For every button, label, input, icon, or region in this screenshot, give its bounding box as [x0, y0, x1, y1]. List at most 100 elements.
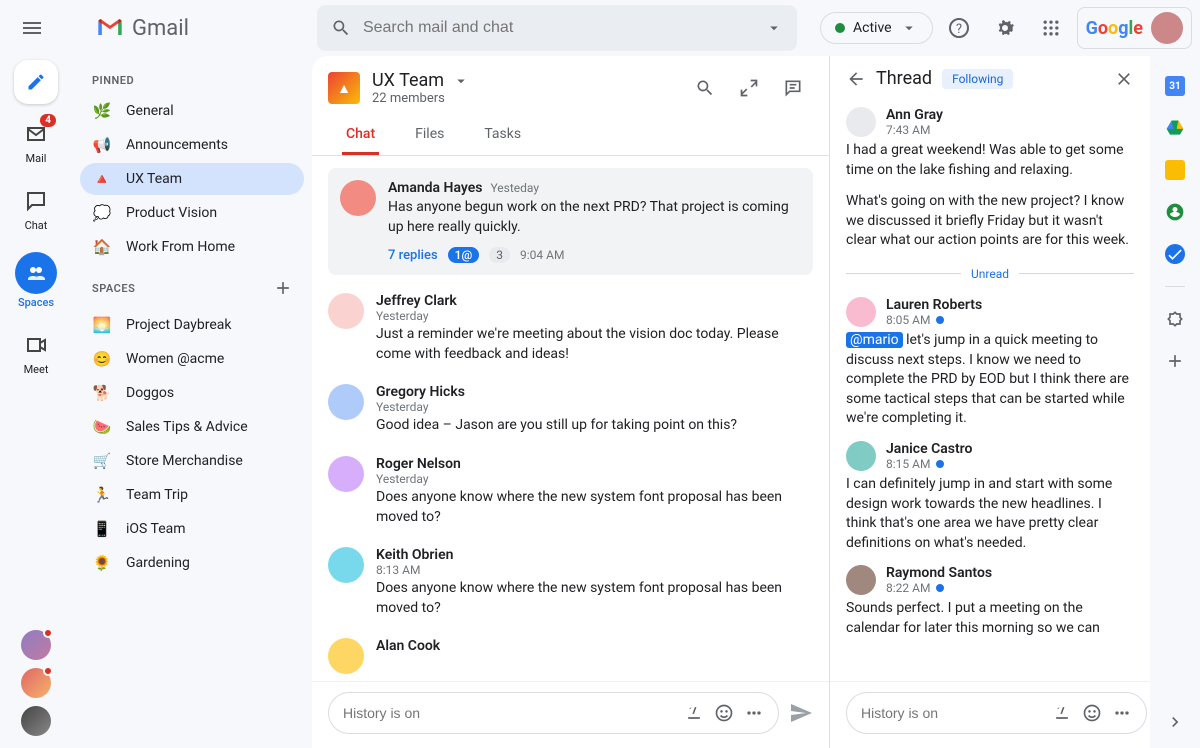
reply-count[interactable]: 7 replies — [388, 248, 438, 263]
add-space-button[interactable] — [270, 275, 296, 301]
addons-icon[interactable] — [1165, 309, 1185, 329]
contacts-icon[interactable] — [1165, 202, 1185, 222]
message-item[interactable]: Jeffrey ClarkYesterdayJust a reminder we… — [328, 283, 813, 374]
dropdown-icon[interactable] — [765, 19, 783, 37]
close-thread-button[interactable] — [1114, 69, 1134, 89]
search-bar[interactable] — [317, 5, 797, 51]
message-item[interactable]: Roger NelsonYesterdayDoes anyone know wh… — [328, 446, 813, 537]
format-icon[interactable] — [684, 703, 704, 723]
thread-message[interactable]: Janice Castro8:15 AM I can definitely ju… — [846, 435, 1134, 559]
settings-button[interactable] — [985, 8, 1025, 48]
status-label: Active — [853, 20, 892, 36]
thread-message[interactable]: Raymond Santos8:22 AM Sounds perfect. I … — [846, 559, 1134, 644]
message-composer[interactable] — [328, 692, 779, 734]
user-avatar[interactable] — [1151, 12, 1183, 44]
gmail-logo[interactable]: Gmail — [96, 14, 189, 42]
format-icon[interactable] — [1052, 703, 1072, 723]
status-dot-icon — [835, 23, 845, 33]
thread-composer-input[interactable] — [861, 705, 1042, 721]
thread-composer[interactable] — [846, 692, 1147, 734]
thread-list-button[interactable] — [773, 68, 813, 108]
space-header: ▲ UX Team 22 members — [312, 56, 829, 108]
rail-contact-1[interactable] — [21, 630, 51, 660]
pencil-icon — [26, 72, 46, 92]
gmail-icon — [96, 14, 124, 42]
rail-spaces[interactable]: Spaces — [15, 246, 57, 315]
tab-tasks[interactable]: Tasks — [480, 118, 525, 155]
rail-meet-label: Meet — [24, 363, 49, 376]
add-addon-icon[interactable] — [1165, 351, 1185, 371]
avatar — [328, 293, 364, 329]
spaces-header: SPACES — [92, 282, 135, 295]
count-chip: 3 — [489, 247, 510, 263]
sidebar-item-doggos[interactable]: 🐕Doggos — [80, 377, 304, 409]
chevron-down-icon — [900, 19, 918, 37]
mention-chip: 1@ — [448, 247, 480, 263]
unread-dot-icon — [936, 460, 944, 468]
mention-chip[interactable]: @mario — [846, 332, 903, 348]
more-icon[interactable] — [1112, 703, 1132, 723]
rail-chat-label: Chat — [25, 219, 48, 232]
thread-icon — [783, 78, 803, 98]
home-icon: 🏠 — [92, 238, 112, 256]
space-search-button[interactable] — [685, 68, 725, 108]
apps-button[interactable] — [1031, 8, 1071, 48]
unread-dot-icon — [936, 316, 944, 324]
unread-divider: Unread — [846, 267, 1134, 281]
emoji-icon[interactable] — [1082, 703, 1102, 723]
composer-input[interactable] — [343, 705, 674, 721]
tab-files[interactable]: Files — [411, 118, 448, 155]
keep-icon[interactable] — [1165, 160, 1185, 180]
collapse-icon — [739, 78, 759, 98]
help-button[interactable]: ? — [939, 8, 979, 48]
right-rail: 31 — [1150, 56, 1200, 748]
rail-spaces-label: Spaces — [18, 296, 54, 309]
chevron-right-icon — [1165, 712, 1185, 732]
mail-badge: 4 — [40, 114, 56, 127]
sidebar-item-ux-team[interactable]: 🔺UX Team — [80, 163, 304, 195]
collapse-button[interactable] — [729, 68, 769, 108]
calendar-icon[interactable]: 31 — [1165, 76, 1185, 96]
compose-button[interactable] — [14, 60, 58, 104]
message-item[interactable]: Alan Cook — [328, 628, 813, 681]
sidebar-item-daybreak[interactable]: 🌅Project Daybreak — [80, 309, 304, 341]
rail-contact-3[interactable] — [21, 706, 51, 736]
google-account-box[interactable]: Google — [1077, 7, 1192, 49]
tasks-icon[interactable] — [1165, 244, 1185, 264]
rail-chat[interactable]: Chat — [20, 179, 52, 238]
tab-chat[interactable]: Chat — [342, 118, 379, 155]
space-avatar-icon: ▲ — [328, 72, 360, 104]
drive-icon[interactable] — [1165, 118, 1185, 138]
thread-message[interactable]: Ann Gray7:43 AM I had a great weekend! W… — [846, 101, 1134, 257]
more-icon[interactable] — [744, 703, 764, 723]
rail-meet[interactable]: Meet — [20, 323, 52, 382]
rail-mail[interactable]: 4 Mail — [20, 112, 52, 171]
status-selector[interactable]: Active — [820, 12, 933, 44]
message-item[interactable]: Keith Obrien8:13 AMDoes anyone know wher… — [328, 537, 813, 628]
message-item[interactable]: Gregory HicksYesterdayGood idea – Jason … — [328, 374, 813, 446]
following-badge[interactable]: Following — [942, 69, 1013, 89]
sidebar-item-general[interactable]: 🌿General — [80, 95, 304, 127]
space-members[interactable]: 22 members — [372, 91, 470, 106]
sidebar-item-sales[interactable]: 🍉Sales Tips & Advice — [80, 411, 304, 443]
avatar — [328, 547, 364, 583]
back-icon[interactable] — [846, 69, 866, 89]
send-button[interactable] — [789, 701, 813, 725]
sidebar-item-wfh[interactable]: 🏠Work From Home — [80, 231, 304, 263]
collapse-right-rail[interactable] — [1165, 712, 1185, 732]
sidebar-item-store[interactable]: 🛒Store Merchandise — [80, 445, 304, 477]
sidebar-item-women[interactable]: 😊Women @acme — [80, 343, 304, 375]
rail-contact-2[interactable] — [21, 668, 51, 698]
search-icon — [695, 78, 715, 98]
sidebar-item-product-vision[interactable]: 💭Product Vision — [80, 197, 304, 229]
sidebar-item-gardening[interactable]: 🌻Gardening — [80, 547, 304, 579]
main-menu-button[interactable] — [8, 4, 56, 52]
search-input[interactable] — [363, 19, 753, 37]
sidebar-item-announcements[interactable]: 📢Announcements — [80, 129, 304, 161]
space-name[interactable]: UX Team — [372, 70, 470, 91]
sidebar-item-trip[interactable]: 🏃Team Trip — [80, 479, 304, 511]
message-item[interactable]: Amanda HayesYesteday Has anyone begun wo… — [328, 168, 813, 275]
thread-message[interactable]: Lauren Roberts8:05 AM @mario let's jump … — [846, 291, 1134, 435]
sidebar-item-ios[interactable]: 📱iOS Team — [80, 513, 304, 545]
emoji-icon[interactable] — [714, 703, 734, 723]
